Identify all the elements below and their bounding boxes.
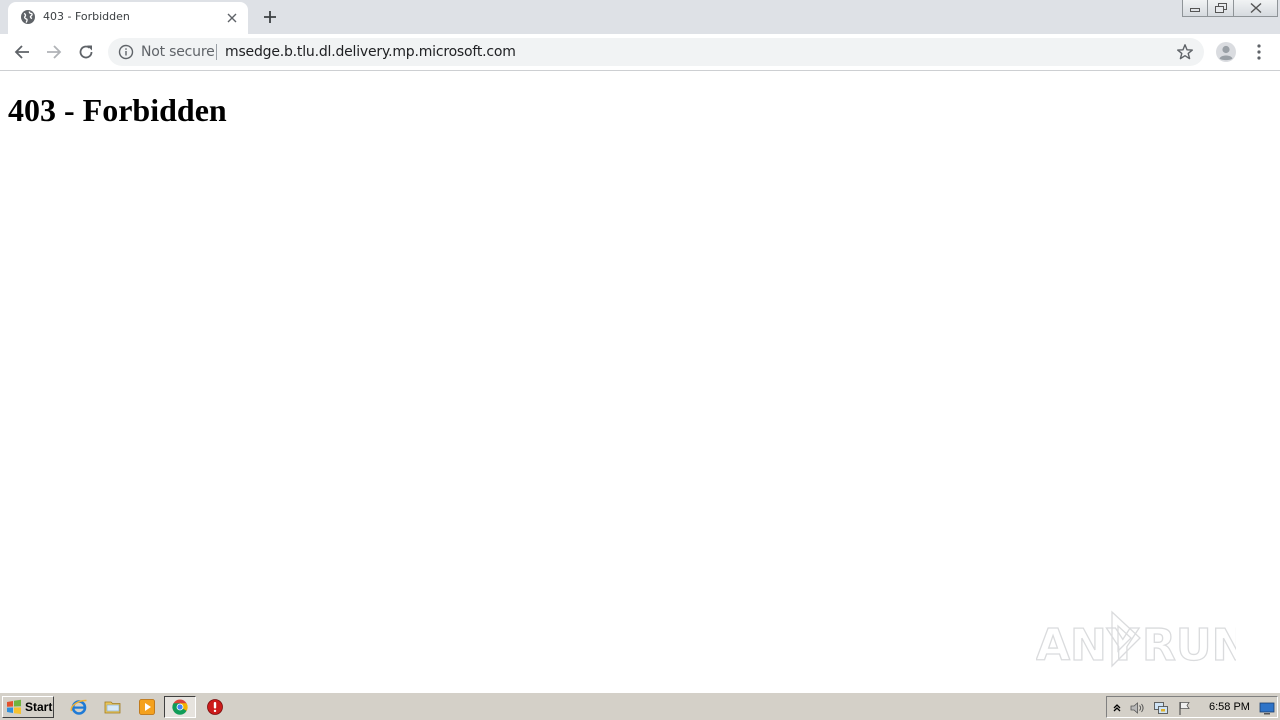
new-tab-button[interactable] xyxy=(258,6,282,28)
arrow-right-icon xyxy=(47,45,62,59)
minimize-icon xyxy=(1190,8,1200,12)
browser-tab[interactable]: 403 - Forbidden xyxy=(8,2,248,34)
chrome-task-button[interactable] xyxy=(164,696,196,718)
close-icon xyxy=(227,13,237,23)
address-bar[interactable]: Not secure msedge.b.tlu.dl.delivery.mp.m… xyxy=(108,38,1204,66)
forward-button[interactable] xyxy=(42,40,66,64)
stop-icon[interactable] xyxy=(206,698,224,716)
window-controls xyxy=(1182,0,1278,18)
page-viewport: 403 - Forbidden ANY RUN xyxy=(0,72,1280,692)
network-icon[interactable] xyxy=(1153,700,1169,716)
info-icon[interactable] xyxy=(118,44,134,60)
start-button[interactable]: Start xyxy=(2,696,54,718)
folder-icon[interactable] xyxy=(104,698,122,716)
browser-toolbar: Not secure msedge.b.tlu.dl.delivery.mp.m… xyxy=(0,34,1280,71)
window-close-button[interactable] xyxy=(1234,0,1278,17)
browser-menu-button[interactable] xyxy=(1248,41,1270,63)
tab-strip: 403 - Forbidden xyxy=(0,0,1280,34)
show-hidden-icons-icon[interactable] xyxy=(1109,700,1125,716)
action-center-flag-icon[interactable] xyxy=(1177,700,1193,716)
avatar-icon[interactable] xyxy=(1215,41,1237,63)
media-player-icon[interactable] xyxy=(138,698,156,716)
anyrun-watermark: ANY RUN xyxy=(1036,610,1236,672)
clock[interactable]: 6:58 PM xyxy=(1209,701,1250,713)
windows-logo-icon xyxy=(7,699,21,714)
start-label: Start xyxy=(25,700,53,714)
restore-icon xyxy=(1214,3,1227,13)
show-desktop-icon[interactable] xyxy=(1259,700,1275,716)
address-separator xyxy=(216,44,217,60)
arrow-left-icon xyxy=(14,45,29,59)
tab-close-button[interactable] xyxy=(222,8,242,28)
watermark-text-right: RUN xyxy=(1142,620,1236,671)
restore-button[interactable] xyxy=(1208,0,1234,17)
system-tray: 6:58 PM xyxy=(1106,696,1278,718)
ie-icon[interactable] xyxy=(70,698,88,716)
plus-icon xyxy=(264,11,276,23)
back-button[interactable] xyxy=(10,40,34,64)
page-title: 403 - Forbidden xyxy=(8,92,227,128)
taskbar: Start 6:58 PM xyxy=(0,692,1280,720)
volume-icon[interactable] xyxy=(1129,700,1145,716)
security-label[interactable]: Not secure xyxy=(141,44,215,60)
reload-icon xyxy=(79,45,93,59)
minimize-button[interactable] xyxy=(1182,0,1208,17)
star-icon[interactable] xyxy=(1176,43,1194,61)
reload-button[interactable] xyxy=(74,40,98,64)
url-text[interactable]: msedge.b.tlu.dl.delivery.mp.microsoft.co… xyxy=(225,44,516,60)
kebab-menu-icon xyxy=(1257,44,1261,60)
chrome-icon xyxy=(172,699,188,715)
close-icon xyxy=(1250,3,1261,13)
globe-icon xyxy=(21,10,35,24)
tab-title: 403 - Forbidden xyxy=(43,10,130,23)
